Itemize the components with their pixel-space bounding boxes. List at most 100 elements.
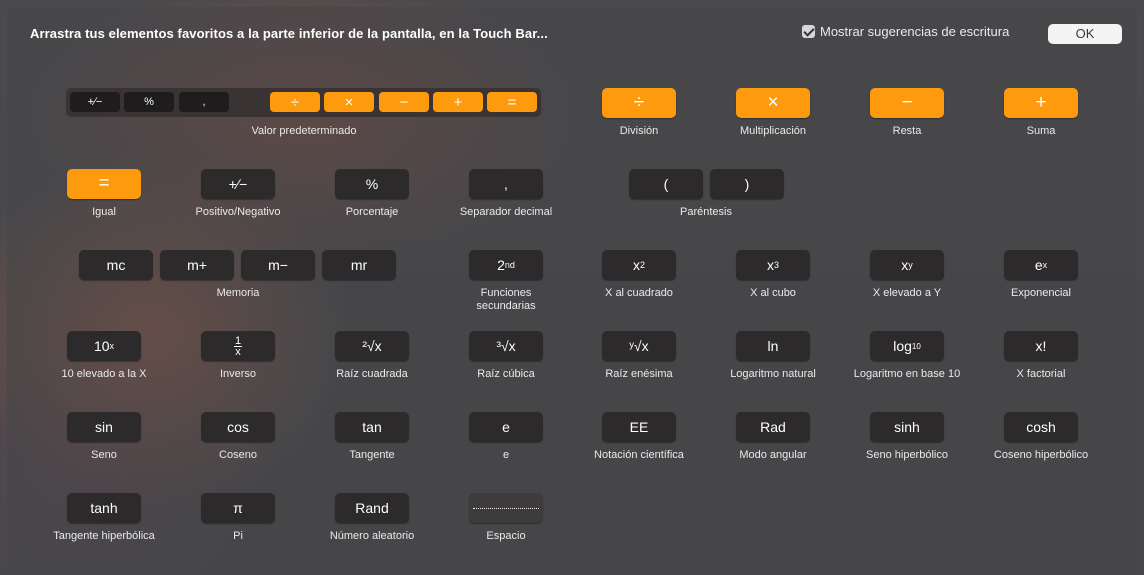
memory-minus-key[interactable]: m− — [241, 250, 315, 280]
decimal-separator-label: Separador decimal — [459, 206, 553, 218]
square-root-label: Raíz cuadrada — [336, 368, 408, 380]
ten-power-key[interactable]: 10 x — [67, 331, 141, 361]
default-multiply-key: × — [324, 92, 374, 112]
power-y-base: x — [901, 257, 909, 273]
division-label: División — [619, 125, 659, 137]
cube-base: x — [766, 257, 774, 273]
nth-root-key[interactable]: ʸ√x — [602, 331, 676, 361]
log10-sub: 10 — [911, 341, 921, 351]
default-set-label: Valor predeterminado — [251, 125, 357, 137]
default-divide-key: ÷ — [270, 92, 320, 112]
inverse-denominator: x — [235, 345, 241, 358]
percent-key[interactable]: % — [335, 169, 409, 199]
cosh-key[interactable]: cosh — [1004, 412, 1078, 442]
default-decimal-key: , — [179, 92, 229, 112]
factorial-label: X factorial — [1016, 368, 1066, 380]
suggestions-label: Mostrar sugerencias de escritura — [820, 24, 1010, 39]
memory-clear-key[interactable]: mc — [79, 250, 153, 280]
default-equals-key: = — [487, 92, 537, 112]
e-key[interactable]: e — [469, 412, 543, 442]
square-base: x — [632, 257, 640, 273]
inverse-label: Inverso — [219, 368, 257, 380]
scientific-notation-key[interactable]: EE — [602, 412, 676, 442]
pi-label: Pi — [233, 530, 243, 542]
memory-plus-key[interactable]: m+ — [160, 250, 234, 280]
inverse-key[interactable]: 1 x — [201, 331, 275, 361]
factorial-key[interactable]: x! — [1004, 331, 1078, 361]
sinh-key[interactable]: sinh — [870, 412, 944, 442]
square-key[interactable]: x2 — [602, 250, 676, 280]
space-key[interactable] — [469, 493, 543, 523]
cube-root-key[interactable]: ³√x — [469, 331, 543, 361]
cube-label: X al cubo — [750, 287, 796, 299]
sin-label: Seno — [91, 449, 117, 461]
power-y-key[interactable]: xy — [870, 250, 944, 280]
suggestions-checkbox[interactable]: Mostrar sugerencias de escritura — [802, 24, 1009, 39]
multiplication-key[interactable]: × — [736, 88, 810, 118]
default-plus-key: + — [433, 92, 483, 112]
plus-minus-label: Positivo/Negativo — [195, 206, 281, 218]
angle-mode-key[interactable]: Rad — [736, 412, 810, 442]
cube-root-label: Raíz cúbica — [477, 368, 535, 380]
default-percent-key: % — [124, 92, 174, 112]
memory-recall-key[interactable]: mr — [322, 250, 396, 280]
addition-key[interactable]: + — [1004, 88, 1078, 118]
tanh-label: Tangente hiperbólica — [53, 530, 155, 542]
natural-log-key[interactable]: ln — [736, 331, 810, 361]
natural-log-label: Logaritmo natural — [730, 368, 816, 380]
log10-base: log — [893, 338, 912, 354]
tanh-key[interactable]: tanh — [67, 493, 141, 523]
second-base: 2 — [497, 257, 505, 273]
cos-label: Coseno — [219, 449, 257, 461]
default-minus-key: − — [379, 92, 429, 112]
ten-power-sup: x — [109, 341, 115, 351]
open-parenthesis-key[interactable]: ( — [629, 169, 703, 199]
second-functions-key[interactable]: 2nd — [469, 250, 543, 280]
sinh-label: Seno hiperbólico — [866, 449, 948, 461]
multiplication-label: Multiplicación — [739, 125, 807, 137]
angle-mode-label: Modo angular — [739, 449, 807, 461]
pi-key[interactable]: π — [201, 493, 275, 523]
subtraction-label: Resta — [892, 125, 922, 137]
power-y-label: X elevado a Y — [872, 287, 942, 299]
exponential-sup: x — [1042, 260, 1048, 270]
log10-key[interactable]: log 10 — [870, 331, 944, 361]
cube-sup: 3 — [773, 260, 779, 270]
second-sup: nd — [504, 260, 515, 270]
ten-power-label: 10 elevado a la X — [61, 368, 147, 380]
random-label: Número aleatorio — [329, 530, 415, 542]
cos-key[interactable]: cos — [201, 412, 275, 442]
square-sup: 2 — [639, 260, 645, 270]
exponential-base: e — [1034, 257, 1043, 273]
parentheses-label: Paréntesis — [680, 206, 732, 218]
sin-key[interactable]: sin — [67, 412, 141, 442]
tan-key[interactable]: tan — [335, 412, 409, 442]
tan-label: Tangente — [349, 449, 395, 461]
addition-label: Suma — [1026, 125, 1056, 137]
inverse-numerator: 1 — [233, 334, 243, 347]
scientific-notation-label: Notación científica — [594, 449, 684, 461]
random-key[interactable]: Rand — [335, 493, 409, 523]
instruction-title: Arrastra tus elementos favoritos a la pa… — [30, 26, 548, 41]
close-parenthesis-key[interactable]: ) — [710, 169, 784, 199]
second-functions-label: Funciones secundarias — [476, 287, 536, 312]
exponential-key[interactable]: ex — [1004, 250, 1078, 280]
default-set-strip[interactable]: +∕− % , ÷ × − + = — [66, 88, 541, 117]
space-dots-icon — [473, 507, 539, 509]
ok-button[interactable]: OK — [1048, 24, 1122, 44]
memory-label: Memoria — [216, 287, 260, 299]
plus-minus-key[interactable]: +∕− — [201, 169, 275, 199]
decimal-separator-key[interactable]: , — [469, 169, 543, 199]
equal-label: Igual — [92, 206, 116, 218]
nth-root-label: Raíz enésima — [605, 368, 673, 380]
equal-key[interactable]: = — [67, 169, 141, 199]
cube-key[interactable]: x3 — [736, 250, 810, 280]
subtraction-key[interactable]: − — [870, 88, 944, 118]
e-label: e — [502, 449, 510, 461]
log10-label: Logaritmo en base 10 — [853, 368, 961, 380]
power-y-sup: y — [908, 260, 913, 270]
square-root-key[interactable]: ²√x — [335, 331, 409, 361]
division-key[interactable]: ÷ — [602, 88, 676, 118]
percent-label: Porcentaje — [345, 206, 399, 218]
checkbox-checked-icon[interactable] — [802, 25, 815, 38]
